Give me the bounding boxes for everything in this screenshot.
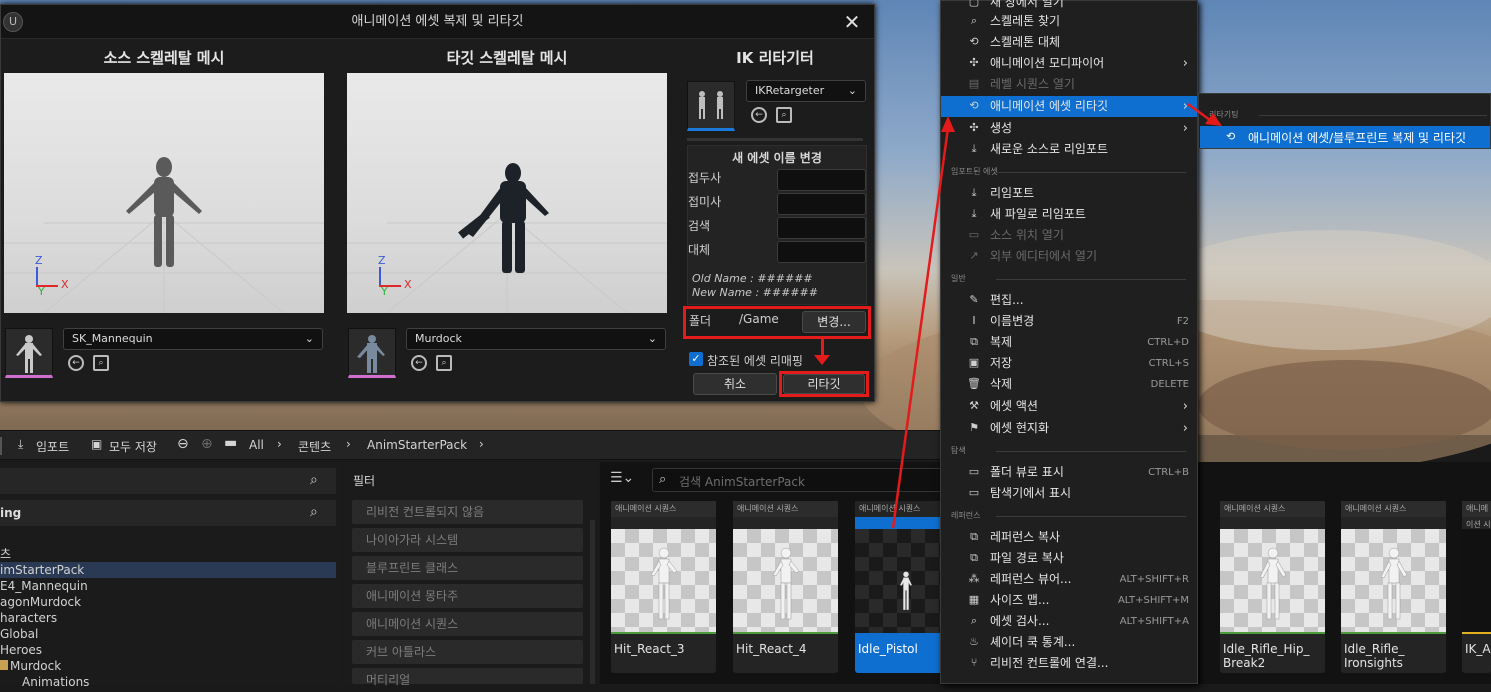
annotation-arrow-line: [891, 127, 950, 529]
annotation-overlay: [891, 102, 1222, 529]
annotation-arrow-line: [1187, 102, 1211, 122]
annotation-arrow-head: [941, 116, 955, 132]
